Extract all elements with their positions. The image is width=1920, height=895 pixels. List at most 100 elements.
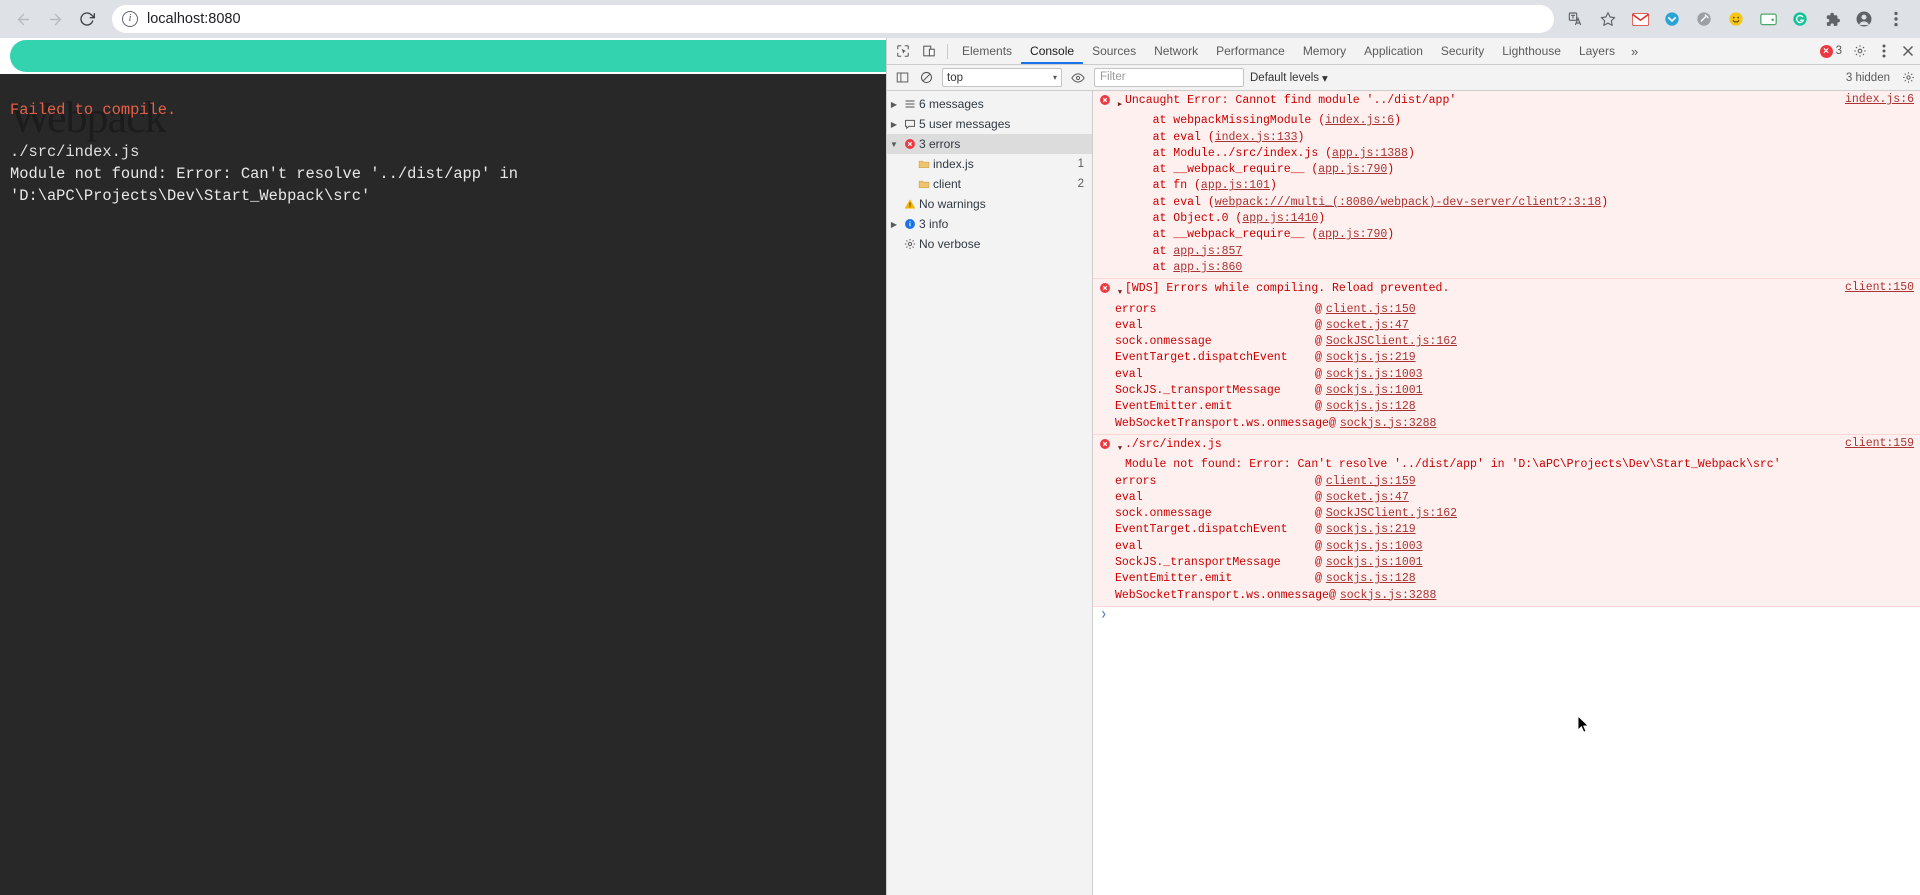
console-prompt[interactable]: ❯ (1093, 606, 1920, 623)
sidebar-item-messages[interactable]: ▶ 6 messages (887, 94, 1092, 114)
pocket-extension-icon[interactable] (1658, 5, 1686, 33)
close-x-icon[interactable] (1896, 39, 1920, 63)
star-icon[interactable] (1594, 5, 1622, 33)
chevron-right-icon[interactable]: ▶ (887, 220, 901, 229)
execution-context-selector[interactable]: top ▾ (942, 68, 1062, 87)
stack-frame-link[interactable]: sockjs.js:128 (1326, 571, 1416, 587)
chevron-right-icon[interactable]: ▶ (887, 120, 901, 129)
stack-frame-link[interactable]: sockjs.js:1001 (1326, 383, 1423, 399)
tab-security[interactable]: Security (1432, 38, 1493, 64)
collapse-chevron-icon[interactable]: ▼ (1115, 437, 1125, 457)
stack-frame-link[interactable]: sockjs.js:219 (1326, 350, 1416, 366)
stack-frame-link[interactable]: SockJSClient.js:162 (1326, 506, 1457, 522)
stack-frame-link[interactable]: SockJSClient.js:162 (1326, 334, 1457, 350)
stack-frame-link[interactable]: app.js:860 (1173, 261, 1242, 274)
reload-icon[interactable] (72, 4, 102, 34)
sidebar-item-no-verbose[interactable]: No verbose (887, 234, 1092, 254)
tab-console[interactable]: Console (1021, 38, 1083, 64)
stack-frame-link[interactable]: index.js:6 (1325, 114, 1394, 127)
sidebar-item-info[interactable]: ▶ 3 info (887, 214, 1092, 234)
at-symbol: @ (1315, 351, 1322, 365)
inspect-element-icon[interactable] (890, 39, 916, 63)
tab-elements[interactable]: Elements (953, 38, 1021, 64)
stack-frame-link[interactable]: socket.js:47 (1326, 490, 1409, 506)
expand-chevron-icon[interactable]: ▶ (1115, 93, 1125, 113)
gmail-extension-icon[interactable] (1626, 5, 1654, 33)
status-badge[interactable]: × 3 (1814, 44, 1848, 58)
chevron-right-icon[interactable]: ▶ (887, 100, 901, 109)
warning-triangle-icon (901, 198, 919, 210)
three-dot-menu-icon[interactable] (1882, 5, 1910, 33)
console-message[interactable]: index.js:6 ▶ Uncaught Error: Cannot find… (1093, 91, 1920, 280)
source-link[interactable]: client:159 (1845, 437, 1914, 450)
stack-frame-link[interactable]: sockjs.js:1001 (1326, 555, 1423, 571)
stack-frame: at Object.0 (app.js:1410) (1125, 211, 1920, 227)
stack-frame-link[interactable]: sockjs.js:1003 (1326, 539, 1423, 555)
chevron-down-icon[interactable]: ▼ (887, 140, 901, 149)
device-toolbar-icon[interactable] (916, 39, 942, 63)
filter-input[interactable]: Filter (1094, 68, 1244, 87)
tab-lighthouse[interactable]: Lighthouse (1493, 38, 1570, 64)
smiley-extension-icon[interactable] (1722, 5, 1750, 33)
sidebar-item-user-messages[interactable]: ▶ 5 user messages (887, 114, 1092, 134)
stack-frame-link[interactable]: sockjs.js:3288 (1340, 416, 1437, 432)
source-link[interactable]: index.js:6 (1845, 93, 1914, 106)
stack-frame-link[interactable]: webpack:///multi_(:8080/webpack)-dev-ser… (1215, 196, 1601, 209)
tab-network[interactable]: Network (1145, 38, 1207, 64)
tab-performance[interactable]: Performance (1207, 38, 1294, 64)
vertical-dots-icon[interactable] (1872, 39, 1896, 63)
console-message[interactable]: client:150 ▼ [WDS] Errors while compilin… (1093, 279, 1920, 435)
page-viewport: Webpack Failed to compile. ./src/index.j… (0, 38, 886, 895)
stack-frame-link[interactable]: app.js:790 (1318, 163, 1387, 176)
stack-frame-link[interactable]: client.js:150 (1326, 302, 1416, 318)
translate-icon[interactable] (1562, 5, 1590, 33)
sidebar-item-client[interactable]: client 2 (887, 174, 1092, 194)
chevron-double-right-icon[interactable]: » (1624, 44, 1646, 59)
live-expression-eye-icon[interactable] (1066, 66, 1090, 90)
stack-frame-link[interactable]: client.js:159 (1326, 474, 1416, 490)
grammarly-extension-icon[interactable] (1786, 5, 1814, 33)
back-arrow-icon[interactable] (8, 4, 38, 34)
sidebar-item-index-js[interactable]: index.js 1 (887, 154, 1092, 174)
tab-memory[interactable]: Memory (1294, 38, 1355, 64)
sidebar-item-errors[interactable]: ▼ 3 errors (887, 134, 1092, 154)
sidebar-item-label: 6 messages (919, 97, 984, 111)
stack-frame-link[interactable]: app.js:1388 (1332, 147, 1408, 160)
stack-frame-link[interactable]: app.js:101 (1201, 179, 1270, 192)
stack-frame-link[interactable]: app.js:857 (1173, 245, 1242, 258)
stack-frame-link[interactable]: sockjs.js:219 (1326, 522, 1416, 538)
collapse-chevron-icon[interactable]: ▼ (1115, 281, 1125, 301)
stack-frame-link[interactable]: sockjs.js:3288 (1340, 588, 1437, 604)
verbose-gear-icon (901, 238, 919, 250)
extensions-puzzle-icon[interactable] (1818, 5, 1846, 33)
stack-frame-link[interactable]: sockjs.js:128 (1326, 399, 1416, 415)
browser-toolbar: i localhost:8080 (0, 0, 1920, 38)
wallet-extension-icon[interactable] (1754, 5, 1782, 33)
stack-frame: at eval (webpack:///multi_(:8080/webpack… (1125, 195, 1920, 211)
at-symbol: @ (1315, 523, 1322, 537)
site-info-icon[interactable]: i (122, 11, 138, 27)
profile-avatar-icon[interactable] (1850, 5, 1878, 33)
stack-frame: EventTarget.dispatchEvent @ sockjs.js:219 (1115, 350, 1920, 366)
console-message[interactable]: client:159 ▼ ./src/index.js Module not f… (1093, 434, 1920, 607)
forward-arrow-icon[interactable] (40, 4, 70, 34)
console-settings-gear-icon[interactable] (1896, 66, 1920, 90)
stack-frame-tail: ) (1318, 212, 1326, 226)
stack-frame-link[interactable]: socket.js:47 (1326, 318, 1409, 334)
tab-sources[interactable]: Sources (1083, 38, 1145, 64)
tab-layers[interactable]: Layers (1570, 38, 1624, 64)
clear-console-icon[interactable] (914, 66, 938, 90)
stack-frame-link[interactable]: index.js:133 (1215, 131, 1298, 144)
stack-frame-list: errors @ client.js:150 eval @ socket.js:47 s… (1093, 302, 1920, 432)
source-link[interactable]: client:150 (1845, 281, 1914, 294)
gear-icon[interactable] (1848, 39, 1872, 63)
colorpick-extension-icon[interactable] (1690, 5, 1718, 33)
tab-application[interactable]: Application (1355, 38, 1432, 64)
stack-frame-link[interactable]: app.js:790 (1318, 228, 1387, 241)
log-levels-selector[interactable]: Default levels ▾ (1250, 71, 1328, 85)
address-bar[interactable]: i localhost:8080 (112, 5, 1554, 33)
stack-frame-link[interactable]: app.js:1410 (1242, 212, 1318, 225)
console-sidebar-toggle-icon[interactable] (890, 66, 914, 90)
stack-frame-link[interactable]: sockjs.js:1003 (1326, 367, 1423, 383)
sidebar-item-no-warnings[interactable]: No warnings (887, 194, 1092, 214)
